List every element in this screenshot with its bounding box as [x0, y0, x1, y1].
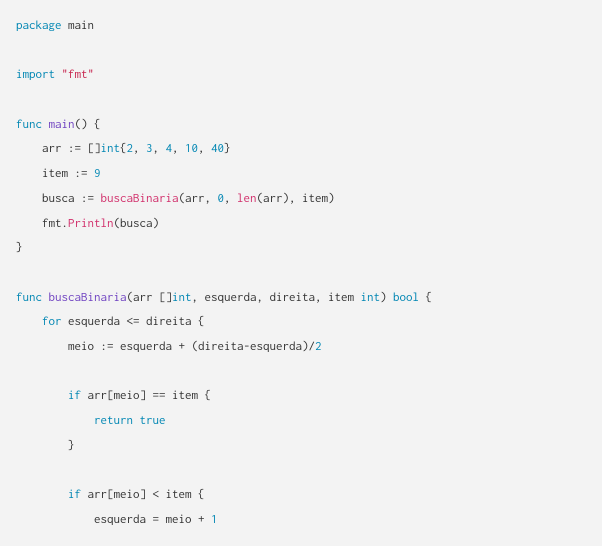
code-text: (arr, [179, 192, 218, 205]
operator: := [68, 142, 81, 155]
func-main: main [49, 118, 75, 131]
builtin-len: len [237, 192, 257, 205]
indent [16, 414, 94, 427]
code-text: arr[meio] [81, 389, 153, 402]
type-bool: bool [393, 291, 419, 304]
code-text: item { [166, 389, 212, 402]
code-text: meio [159, 513, 198, 526]
keyword-return: return [94, 414, 133, 427]
bool-true: true [140, 414, 166, 427]
code-text: esquerda [114, 340, 179, 353]
code-text: esquerda [62, 315, 127, 328]
code-text: (arr [] [127, 291, 173, 304]
code-text: busca [16, 192, 81, 205]
code-text: , [224, 192, 237, 205]
operator: == [153, 389, 166, 402]
number: 9 [94, 167, 101, 180]
import-string: "fmt" [62, 68, 95, 81]
number: 10 [185, 142, 198, 155]
keyword-func: func [16, 118, 42, 131]
number: 2 [315, 340, 322, 353]
parens: () [75, 118, 88, 131]
operator: <= [127, 315, 140, 328]
type-int: int [361, 291, 381, 304]
indent [16, 488, 68, 501]
keyword-func: func [16, 291, 42, 304]
comma: , [133, 142, 146, 155]
keyword-if: if [68, 488, 81, 501]
indent [16, 389, 68, 402]
indent [16, 315, 42, 328]
keyword-import: import [16, 68, 55, 81]
brace: } [224, 142, 231, 155]
code-text: meio [16, 340, 101, 353]
operator: := [101, 340, 114, 353]
brace-open: { [419, 291, 432, 304]
code-text: (busca) [114, 217, 160, 230]
operator: := [81, 192, 94, 205]
code-text: esquerda [16, 513, 153, 526]
brace-close: } [16, 439, 75, 452]
number: 40 [211, 142, 224, 155]
code-text: item [16, 167, 75, 180]
code-text: (direita [185, 340, 244, 353]
code-text: arr [16, 142, 68, 155]
code-block: package main import "fmt" func main() { … [0, 0, 602, 546]
comma: , [198, 142, 211, 155]
code-text: ) [380, 291, 393, 304]
code-text: [] [81, 142, 101, 155]
code-text: (arr), item) [257, 192, 335, 205]
comma: , [153, 142, 166, 155]
type-int: int [172, 291, 192, 304]
func-buscabinaria: buscaBinaria [49, 291, 127, 304]
comma: , [172, 142, 185, 155]
package-name: main [68, 19, 94, 32]
number: 1 [211, 513, 218, 526]
operator: := [75, 167, 88, 180]
code-text: fmt. [16, 217, 68, 230]
type-int: int [101, 142, 121, 155]
code-text: arr[meio] [81, 488, 153, 501]
brace-close: } [16, 241, 23, 254]
code-text: esquerda) [250, 340, 309, 353]
keyword-package: package [16, 19, 62, 32]
keyword-for: for [42, 315, 62, 328]
func-call: buscaBinaria [101, 192, 179, 205]
brace-open: { [88, 118, 101, 131]
keyword-if: if [68, 389, 81, 402]
code-text: item { [159, 488, 205, 501]
code-text: direita { [140, 315, 205, 328]
code-text: , esquerda, direita, item [192, 291, 361, 304]
func-println: Println [68, 217, 114, 230]
